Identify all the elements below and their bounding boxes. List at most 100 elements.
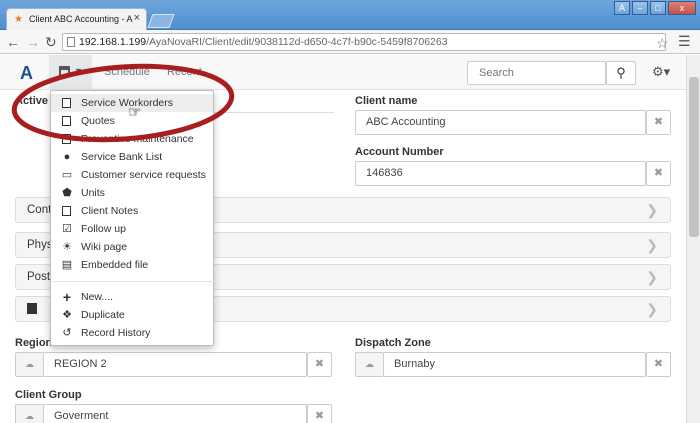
note-icon <box>62 206 71 216</box>
page-icon <box>67 37 75 47</box>
hand-cursor-icon: ☞ <box>128 104 142 121</box>
client-group-field[interactable]: Goverment <box>43 404 307 423</box>
chevron-right-icon: ❯ <box>646 301 658 317</box>
account-number-label: Account Number <box>355 146 444 158</box>
app-logo[interactable]: A <box>20 63 33 84</box>
clear-dispatch-zone-button[interactable]: ✖ <box>646 352 671 377</box>
menu-item-label: Units <box>81 187 105 199</box>
search-input[interactable] <box>467 61 606 85</box>
close-window-button[interactable]: x <box>668 1 696 15</box>
duplicate-icon: ❖ <box>62 309 72 321</box>
search-icon: ⚲ <box>616 65 626 80</box>
clear-region-button[interactable]: ✖ <box>307 352 332 377</box>
file-icon: ▤ <box>61 259 73 271</box>
menu-item-label: Embedded file <box>81 259 149 271</box>
app-dropdown-menu: Service Workorders Quotes Preventive mai… <box>50 90 214 346</box>
menu-item-units[interactable]: ⬟ Units <box>51 184 213 202</box>
active-label: Active <box>15 95 49 107</box>
region-lookup-button[interactable]: ☁ <box>15 352 43 377</box>
menu-item-service-bank-list[interactable]: ● Service Bank List <box>51 148 213 166</box>
plus-icon: + <box>62 289 72 305</box>
nav-schedule[interactable]: Schedule <box>104 66 150 78</box>
caret-down-icon: ▼ <box>74 66 83 76</box>
panel-title: Phys <box>27 239 53 251</box>
menu-item-preventive-maintenance[interactable]: Preventive maintenance <box>51 130 213 148</box>
panel-title: Cont <box>27 204 52 216</box>
menu-item-label: New.... <box>81 291 114 303</box>
menu-item-label: Service Workorders <box>81 97 173 109</box>
menu-item-wiki-page[interactable]: ☀ Wiki page <box>51 238 213 256</box>
close-icon: ✖ <box>314 410 325 422</box>
quote-icon <box>62 116 71 126</box>
close-icon: ✖ <box>653 358 664 370</box>
clear-client-name-button[interactable]: ✖ <box>646 110 671 135</box>
url-input[interactable]: 192.168.1.199/AyaNovaRI/Client/edit/9038… <box>62 33 666 51</box>
profile-button[interactable]: A <box>614 1 630 15</box>
menu-item-client-notes[interactable]: Client Notes <box>51 202 213 220</box>
close-icon: ✖ <box>653 167 664 179</box>
scrollbar-thumb[interactable] <box>689 77 699 237</box>
chevron-right-icon: ❯ <box>646 202 658 218</box>
browser-titlebar: ★ Client ABC Accounting - A × A – □ x <box>0 0 700 30</box>
cloud-icon: ☁ <box>25 359 34 369</box>
pm-icon <box>62 134 71 144</box>
region-label: Region <box>15 337 53 349</box>
menu-item-new[interactable]: + New.... <box>51 288 213 306</box>
client-name-field[interactable]: ABC Accounting <box>355 110 646 135</box>
cloud-icon: ☁ <box>25 411 34 421</box>
documents-icon <box>27 303 37 314</box>
nav-recent[interactable]: Recent... <box>167 66 211 78</box>
menu-item-duplicate[interactable]: ❖ Duplicate <box>51 306 213 324</box>
dispatch-zone-field[interactable]: Burnaby <box>383 352 646 377</box>
tab-title: Client ABC Accounting - A <box>29 14 133 24</box>
back-icon[interactable]: ← <box>6 34 20 50</box>
menu-item-customer-service-requests[interactable]: ▭ Customer service requests <box>51 166 213 184</box>
chevron-right-icon: ❯ <box>646 269 658 285</box>
cloud-icon: ☁ <box>365 359 374 369</box>
chevron-right-icon: ❯ <box>646 237 658 253</box>
dispatch-zone-lookup-button[interactable]: ☁ <box>355 352 383 377</box>
new-tab-button[interactable] <box>147 14 175 28</box>
search-button[interactable]: ⚲ <box>606 61 636 85</box>
clear-client-group-button[interactable]: ✖ <box>307 404 332 423</box>
menu-item-label: Preventive maintenance <box>81 133 194 145</box>
client-name-label: Client name <box>355 95 418 107</box>
close-icon: ✖ <box>653 116 664 128</box>
follow-up-icon: ☑ <box>62 223 72 235</box>
menu-item-label: Follow up <box>81 223 126 235</box>
bookmark-star-icon[interactable]: ☆ <box>656 35 669 52</box>
menu-item-follow-up[interactable]: ☑ Follow up <box>51 220 213 238</box>
app-menu-button[interactable]: ▼ <box>49 55 92 90</box>
tab-close-icon[interactable]: × <box>134 12 140 24</box>
maximize-button[interactable]: □ <box>650 1 666 15</box>
menu-divider <box>52 281 214 282</box>
close-icon: ✖ <box>314 358 325 370</box>
vertical-scrollbar[interactable] <box>686 55 700 423</box>
region-field[interactable]: REGION 2 <box>43 352 307 377</box>
menu-item-label: Wiki page <box>81 241 128 253</box>
menu-item-record-history[interactable]: ↺ Record History <box>51 324 213 342</box>
browser-menu-icon[interactable]: ☰ <box>678 33 691 50</box>
menu-item-label: Quotes <box>81 115 115 127</box>
divider <box>214 112 334 113</box>
menu-item-label: Service Bank List <box>81 151 163 163</box>
forward-icon[interactable]: → <box>26 34 40 50</box>
menu-item-label: Duplicate <box>81 309 125 321</box>
piggy-bank-icon: ● <box>63 151 71 163</box>
url-host: 192.168.1.199 <box>79 36 147 48</box>
client-group-label: Client Group <box>15 389 82 401</box>
menu-item-label: Customer service requests <box>81 169 206 181</box>
wiki-icon: ☀ <box>62 241 72 253</box>
account-number-field[interactable]: 146836 <box>355 161 646 186</box>
clear-account-number-button[interactable]: ✖ <box>646 161 671 186</box>
window-controls: A – □ x <box>614 1 696 16</box>
minimize-button[interactable]: – <box>632 1 648 15</box>
client-group-lookup-button[interactable]: ☁ <box>15 404 43 423</box>
reload-icon[interactable]: ↻ <box>45 34 57 50</box>
browser-tab[interactable]: ★ Client ABC Accounting - A × <box>6 8 147 30</box>
workorder-icon <box>62 98 71 108</box>
history-icon: ↺ <box>62 327 72 339</box>
settings-gear-icon[interactable]: ⚙▾ <box>652 64 670 80</box>
menu-item-embedded-file[interactable]: ▤ Embedded file <box>51 256 213 274</box>
menu-grid-icon <box>59 66 70 77</box>
